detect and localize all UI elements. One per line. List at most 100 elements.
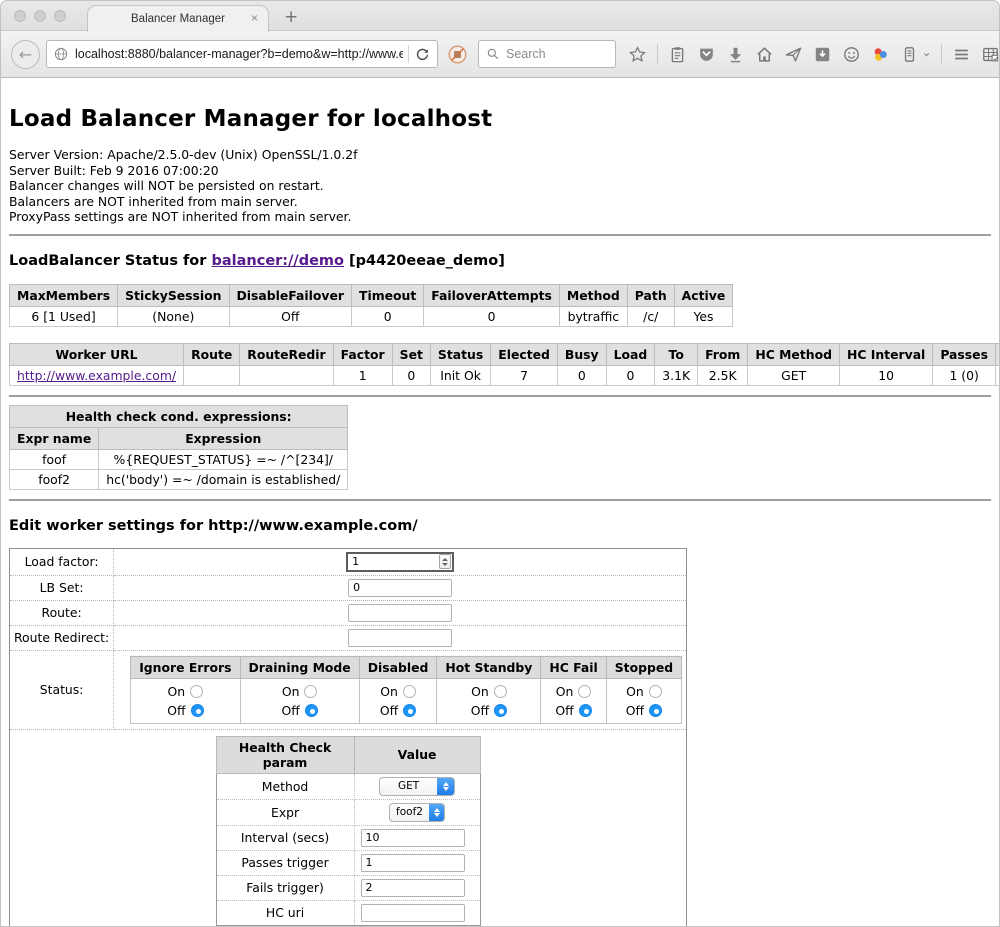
smiley-feedback-icon[interactable]: [842, 45, 861, 64]
on-label: On: [626, 684, 644, 699]
worker-header-row: Worker URL Route RouteRedir Factor Set S…: [10, 343, 1000, 365]
lb-set-input[interactable]: [348, 579, 452, 597]
zoom-window-button[interactable]: [54, 10, 66, 22]
worker-url-link[interactable]: http://www.example.com/: [17, 368, 176, 383]
hot-standby-off-radio[interactable]: [494, 704, 507, 717]
clipboard-icon[interactable]: [668, 45, 687, 64]
col-routeredir: RouteRedir: [240, 343, 333, 365]
hc-fail-off-radio[interactable]: [579, 704, 592, 717]
route-redirect-input[interactable]: [348, 629, 452, 647]
balancer-demo-link[interactable]: balancer://demo: [211, 253, 344, 269]
navigation-toolbar: ← localhost:8880/balancer-manager?b=demo…: [1, 31, 999, 78]
bookmark-star-icon[interactable]: [628, 45, 647, 64]
col-hc-method: HC Method: [748, 343, 840, 365]
new-tab-button[interactable]: +: [284, 7, 298, 27]
col-fails: Fails: [995, 343, 1000, 365]
minimize-window-button[interactable]: [34, 10, 46, 22]
cell-hc-method: GET: [748, 365, 840, 385]
draining-mode-on-radio[interactable]: [304, 685, 317, 698]
tab-close-icon[interactable]: ×: [251, 11, 258, 25]
off-label: Off: [167, 703, 185, 718]
method-selected-value: GET: [380, 780, 437, 792]
col-draining-mode: Draining Mode: [240, 656, 359, 678]
load-factor-input[interactable]: 1: [346, 552, 454, 572]
notes-extension-group[interactable]: [900, 45, 931, 64]
col-expression: Expression: [99, 427, 348, 449]
on-label: On: [282, 684, 300, 699]
ignore-errors-on-radio[interactable]: [190, 685, 203, 698]
toolbar-divider: [657, 44, 658, 64]
col-disablefailover: DisableFailover: [229, 284, 352, 306]
ignore-errors-off-radio[interactable]: [191, 704, 204, 717]
lb-set-label: LB Set:: [10, 575, 114, 600]
search-field[interactable]: [478, 40, 616, 68]
server-built-line: Server Built: Feb 9 2016 07:00:20: [9, 163, 991, 179]
col-status: Status: [430, 343, 490, 365]
expr-table-title: Health check cond. expressions:: [10, 405, 348, 427]
stopped-off-radio[interactable]: [649, 704, 662, 717]
search-input[interactable]: [506, 47, 606, 61]
home-icon[interactable]: [755, 45, 774, 64]
health-check-header-row: Health Check param Value: [216, 736, 480, 773]
pocket-icon[interactable]: [697, 45, 716, 64]
expr-name: foof: [10, 449, 99, 469]
col-failoverattempts: FailoverAttempts: [424, 284, 560, 306]
expr-select[interactable]: foof2: [389, 803, 445, 822]
download-arrow-icon[interactable]: [726, 45, 745, 64]
save-to-device-icon[interactable]: [813, 45, 832, 64]
cell-load: 0: [606, 365, 655, 385]
hc-fail-on-radio[interactable]: [578, 685, 591, 698]
status-row: Status: Ignore Errors Draining Mode Disa…: [10, 650, 687, 729]
stopped-on-radio[interactable]: [649, 685, 662, 698]
status-flags-table: Ignore Errors Draining Mode Disabled Hot…: [130, 656, 682, 724]
method-select[interactable]: GET: [379, 777, 455, 796]
cell-failoverattempts: 0: [424, 306, 560, 326]
health-check-row: Health Check param Value Method GET: [10, 729, 687, 927]
close-window-button[interactable]: [14, 10, 26, 22]
col-passes: Passes: [933, 343, 996, 365]
hamburger-menu-icon[interactable]: [952, 45, 971, 64]
url-bar[interactable]: localhost:8880/balancer-manager?b=demo&w…: [46, 40, 438, 68]
fails-input[interactable]: [361, 879, 465, 897]
worker-data-row: http://www.example.com/ 1 0 Init Ok 7 0 …: [10, 365, 1000, 385]
search-icon: [486, 47, 500, 61]
tab-groups-grid-icon[interactable]: [981, 45, 1000, 64]
reload-icon[interactable]: [414, 46, 431, 63]
health-check-expressions-table: Health check cond. expressions: Expr nam…: [9, 405, 348, 490]
col-busy: Busy: [557, 343, 606, 365]
disabled-off-radio[interactable]: [403, 704, 416, 717]
off-label: Off: [380, 703, 398, 718]
col-from: From: [698, 343, 748, 365]
col-active: Active: [674, 284, 733, 306]
passes-row: Passes trigger: [216, 850, 480, 875]
hc-uri-input[interactable]: [361, 904, 465, 922]
hc-uri-label: HC uri: [216, 900, 354, 925]
hot-standby-on-radio[interactable]: [494, 685, 507, 698]
number-stepper[interactable]: [439, 554, 451, 569]
send-plane-icon[interactable]: [784, 45, 803, 64]
persist-notice-line: Balancer changes will NOT be persisted o…: [9, 178, 991, 194]
section-divider: [9, 234, 991, 236]
expr-header-row: Expr name Expression: [10, 427, 348, 449]
page-content: Load Balancer Manager for localhost Serv…: [1, 106, 999, 927]
tab-balancer-manager[interactable]: Balancer Manager ×: [87, 5, 269, 32]
passes-input[interactable]: [361, 854, 465, 872]
draining-mode-off-radio[interactable]: [305, 704, 318, 717]
page-title: Load Balancer Manager for localhost: [9, 106, 991, 132]
route-input[interactable]: [348, 604, 452, 622]
back-button[interactable]: ←: [11, 40, 40, 69]
expr-selected-value: foof2: [390, 806, 429, 818]
expr-row: Expr foof2: [216, 799, 480, 825]
disabled-on-radio[interactable]: [403, 685, 416, 698]
off-label: Off: [555, 703, 573, 718]
route-redirect-label: Route Redirect:: [10, 625, 114, 650]
on-label: On: [471, 684, 489, 699]
color-dots-extension-icon[interactable]: [871, 45, 890, 64]
fails-row: Fails trigger): [216, 875, 480, 900]
url-text: localhost:8880/balancer-manager?b=demo&w…: [75, 47, 403, 61]
adblocker-icon[interactable]: [447, 44, 468, 65]
edit-worker-form: Load factor: 1 LB Set: Route:: [9, 548, 687, 927]
globe-icon: [53, 46, 69, 62]
interval-input[interactable]: [361, 829, 465, 847]
off-label: Off: [626, 703, 644, 718]
